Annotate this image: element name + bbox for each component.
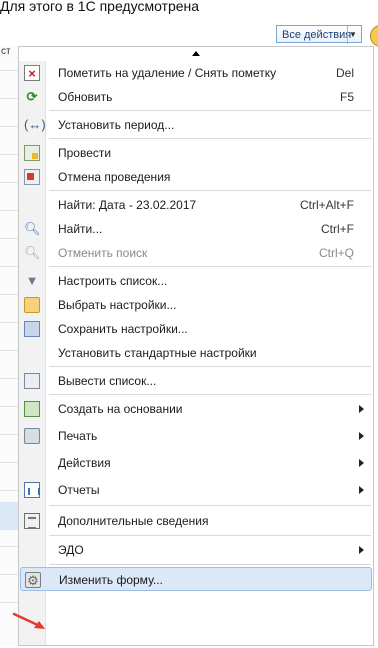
help-button[interactable]: ? bbox=[370, 25, 378, 47]
menu-item-refresh[interactable]: ⟳ Обновить F5 bbox=[20, 85, 372, 109]
additional-info-icon bbox=[24, 513, 40, 529]
menu-item-print[interactable]: Печать bbox=[20, 424, 372, 448]
menu-item-label: Отмена проведения bbox=[58, 170, 171, 184]
menu-item-find-date[interactable]: Найти: Дата - 23.02.2017 Ctrl+Alt+F bbox=[20, 193, 372, 217]
submenu-arrow-icon bbox=[359, 459, 364, 467]
menu-item-label: Отчеты bbox=[58, 483, 100, 497]
menu-item-label: Изменить форму... bbox=[59, 573, 163, 587]
printer-icon bbox=[24, 428, 40, 444]
post-document-icon bbox=[24, 145, 40, 161]
menu-separator bbox=[49, 190, 371, 191]
menu-separator bbox=[49, 394, 371, 395]
menu-separator bbox=[49, 564, 371, 565]
change-form-icon: ⚙ bbox=[25, 572, 41, 588]
delete-mark-icon: × bbox=[24, 65, 40, 81]
selected-row bbox=[0, 502, 18, 530]
search-icon: 🔍︎ bbox=[24, 221, 41, 236]
reports-icon bbox=[24, 482, 40, 498]
cancel-posting-icon bbox=[24, 169, 40, 185]
all-actions-label: Все действия bbox=[282, 29, 352, 41]
menu-item-label: Печать bbox=[58, 429, 98, 443]
menu-item-change-form[interactable]: ⚙ Изменить форму... bbox=[20, 567, 372, 591]
menu-separator bbox=[49, 535, 371, 536]
submenu-arrow-icon bbox=[359, 486, 364, 494]
menu-item-shortcut: F5 bbox=[339, 90, 354, 104]
menu-item-label: Сохранить настройки... bbox=[58, 322, 188, 336]
menu-item-cancel-posting[interactable]: Отмена проведения bbox=[20, 165, 372, 189]
menu-separator bbox=[49, 505, 371, 506]
menu-item-label: Установить стандартные настройки bbox=[58, 346, 257, 360]
menu-item-label: Вывести список... bbox=[58, 374, 157, 388]
refresh-icon: ⟳ bbox=[26, 89, 38, 104]
chevron-down-icon: ▼ bbox=[347, 26, 358, 44]
menu-item-label: Создать на основании bbox=[58, 402, 183, 416]
menu-item-shortcut: Ctrl+F bbox=[321, 222, 354, 236]
menu-separator bbox=[49, 138, 371, 139]
menu-item-shortcut: Ctrl+Alt+F bbox=[299, 198, 354, 212]
period-icon: (↔) bbox=[24, 117, 46, 132]
list-behind-menu: ст bbox=[0, 46, 19, 646]
menu-item-configure-list[interactable]: ▼ Настроить список... bbox=[20, 269, 372, 293]
triangle-up-icon bbox=[192, 51, 200, 56]
menu-item-create-based-on[interactable]: Создать на основании bbox=[20, 397, 372, 421]
menu-separator bbox=[49, 366, 371, 367]
menu-item-actions[interactable]: Действия bbox=[20, 451, 372, 475]
menu-item-find[interactable]: 🔍︎ Найти... Ctrl+F bbox=[20, 217, 372, 241]
menu-item-label: Найти: Дата - 23.02.2017 bbox=[58, 198, 197, 212]
save-settings-icon bbox=[24, 321, 40, 337]
menu-item-output-list[interactable]: Вывести список... bbox=[20, 369, 372, 393]
menu-item-set-period[interactable]: (↔) Установить период... bbox=[20, 113, 372, 137]
column-header-fragment: ст bbox=[1, 46, 11, 57]
menu-item-label: Обновить bbox=[58, 90, 113, 104]
create-based-icon bbox=[24, 401, 40, 417]
cancel-search-icon: 🔍︎ bbox=[24, 245, 41, 260]
all-actions-menu: × Пометить на удаление / Снять пометку D… bbox=[18, 46, 374, 646]
menu-scroll-up[interactable] bbox=[19, 47, 373, 61]
menu-item-choose-settings[interactable]: Выбрать настройки... bbox=[20, 293, 372, 317]
menu-item-additional-info[interactable]: Дополнительные сведения bbox=[20, 509, 372, 533]
all-actions-button[interactable]: Все действия ▼ bbox=[276, 25, 362, 44]
menu-item-post[interactable]: Провести bbox=[20, 141, 372, 165]
menu-item-cancel-search[interactable]: 🔍︎ Отменить поиск Ctrl+Q bbox=[20, 241, 372, 265]
submenu-arrow-icon bbox=[359, 405, 364, 413]
menu-item-save-settings[interactable]: Сохранить настройки... bbox=[20, 317, 372, 341]
menu-item-mark-delete[interactable]: × Пометить на удаление / Снять пометку D… bbox=[20, 61, 372, 85]
menu-item-label: Отменить поиск bbox=[58, 246, 148, 260]
background-text-fragment: Для этого в 1С предусмотрена bbox=[0, 0, 200, 14]
submenu-arrow-icon bbox=[359, 432, 364, 440]
menu-item-label: Найти... bbox=[58, 222, 103, 236]
menu-separator bbox=[49, 110, 371, 111]
menu-item-edo[interactable]: ЭДО bbox=[20, 538, 372, 562]
menu-item-label: Выбрать настройки... bbox=[58, 298, 177, 312]
menu-item-default-settings[interactable]: Установить стандартные настройки bbox=[20, 341, 372, 365]
menu-item-shortcut: Ctrl+Q bbox=[318, 246, 354, 260]
menu-item-label: Дополнительные сведения bbox=[58, 514, 209, 528]
red-pointer-arrow-icon bbox=[12, 612, 45, 629]
menu-item-reports[interactable]: Отчеты bbox=[20, 478, 372, 502]
menu-item-label: Установить период... bbox=[58, 118, 175, 132]
menu-item-label: Действия bbox=[58, 456, 111, 470]
menu-item-label: Пометить на удаление / Снять пометку bbox=[58, 66, 277, 80]
menu-item-label: ЭДО bbox=[58, 543, 84, 557]
menu-separator bbox=[49, 266, 371, 267]
folder-icon bbox=[24, 297, 40, 313]
menu-item-label: Провести bbox=[58, 146, 112, 160]
submenu-arrow-icon bbox=[359, 546, 364, 554]
menu-item-label: Настроить список... bbox=[58, 274, 168, 288]
output-list-icon bbox=[24, 373, 40, 389]
menu-item-shortcut: Del bbox=[335, 66, 354, 80]
filter-icon: ▼ bbox=[25, 273, 39, 288]
